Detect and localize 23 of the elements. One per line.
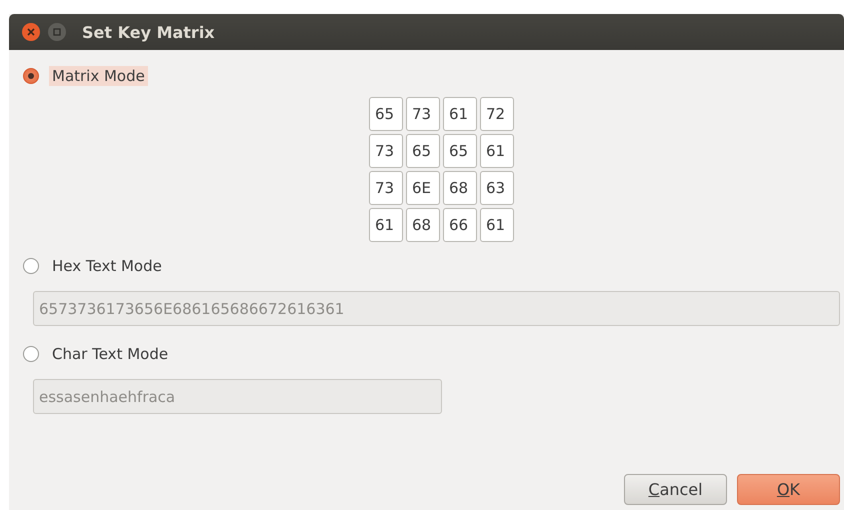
ok-button[interactable]: OK bbox=[737, 474, 840, 505]
matrix-cell[interactable]: 65 bbox=[443, 134, 477, 168]
matrix-cell[interactable]: 68 bbox=[443, 171, 477, 205]
matrix-cell[interactable]: 73 bbox=[369, 134, 403, 168]
matrix-cell[interactable]: 65 bbox=[369, 97, 403, 131]
matrix-cell[interactable]: 73 bbox=[406, 97, 440, 131]
matrix-cell[interactable]: 61 bbox=[480, 134, 514, 168]
maximize-icon[interactable] bbox=[48, 23, 66, 41]
matrix-cell[interactable]: 6E bbox=[406, 171, 440, 205]
matrix-cell[interactable]: 61 bbox=[480, 208, 514, 242]
matrix-cell[interactable]: 61 bbox=[443, 97, 477, 131]
matrix-cell[interactable]: 72 bbox=[480, 97, 514, 131]
matrix-cell[interactable]: 73 bbox=[369, 171, 403, 205]
radio-button[interactable] bbox=[23, 68, 39, 84]
cancel-button[interactable]: Cancel bbox=[624, 474, 727, 505]
radio-label[interactable]: Matrix Mode bbox=[49, 66, 148, 86]
matrix-cell[interactable]: 65 bbox=[406, 134, 440, 168]
matrix-cell[interactable]: 66 bbox=[443, 208, 477, 242]
matrix-cell[interactable]: 68 bbox=[406, 208, 440, 242]
close-icon[interactable] bbox=[22, 23, 40, 41]
matrix-cell[interactable]: 63 bbox=[480, 171, 514, 205]
matrix-cell[interactable]: 61 bbox=[369, 208, 403, 242]
window-title: Set Key Matrix bbox=[82, 22, 215, 42]
